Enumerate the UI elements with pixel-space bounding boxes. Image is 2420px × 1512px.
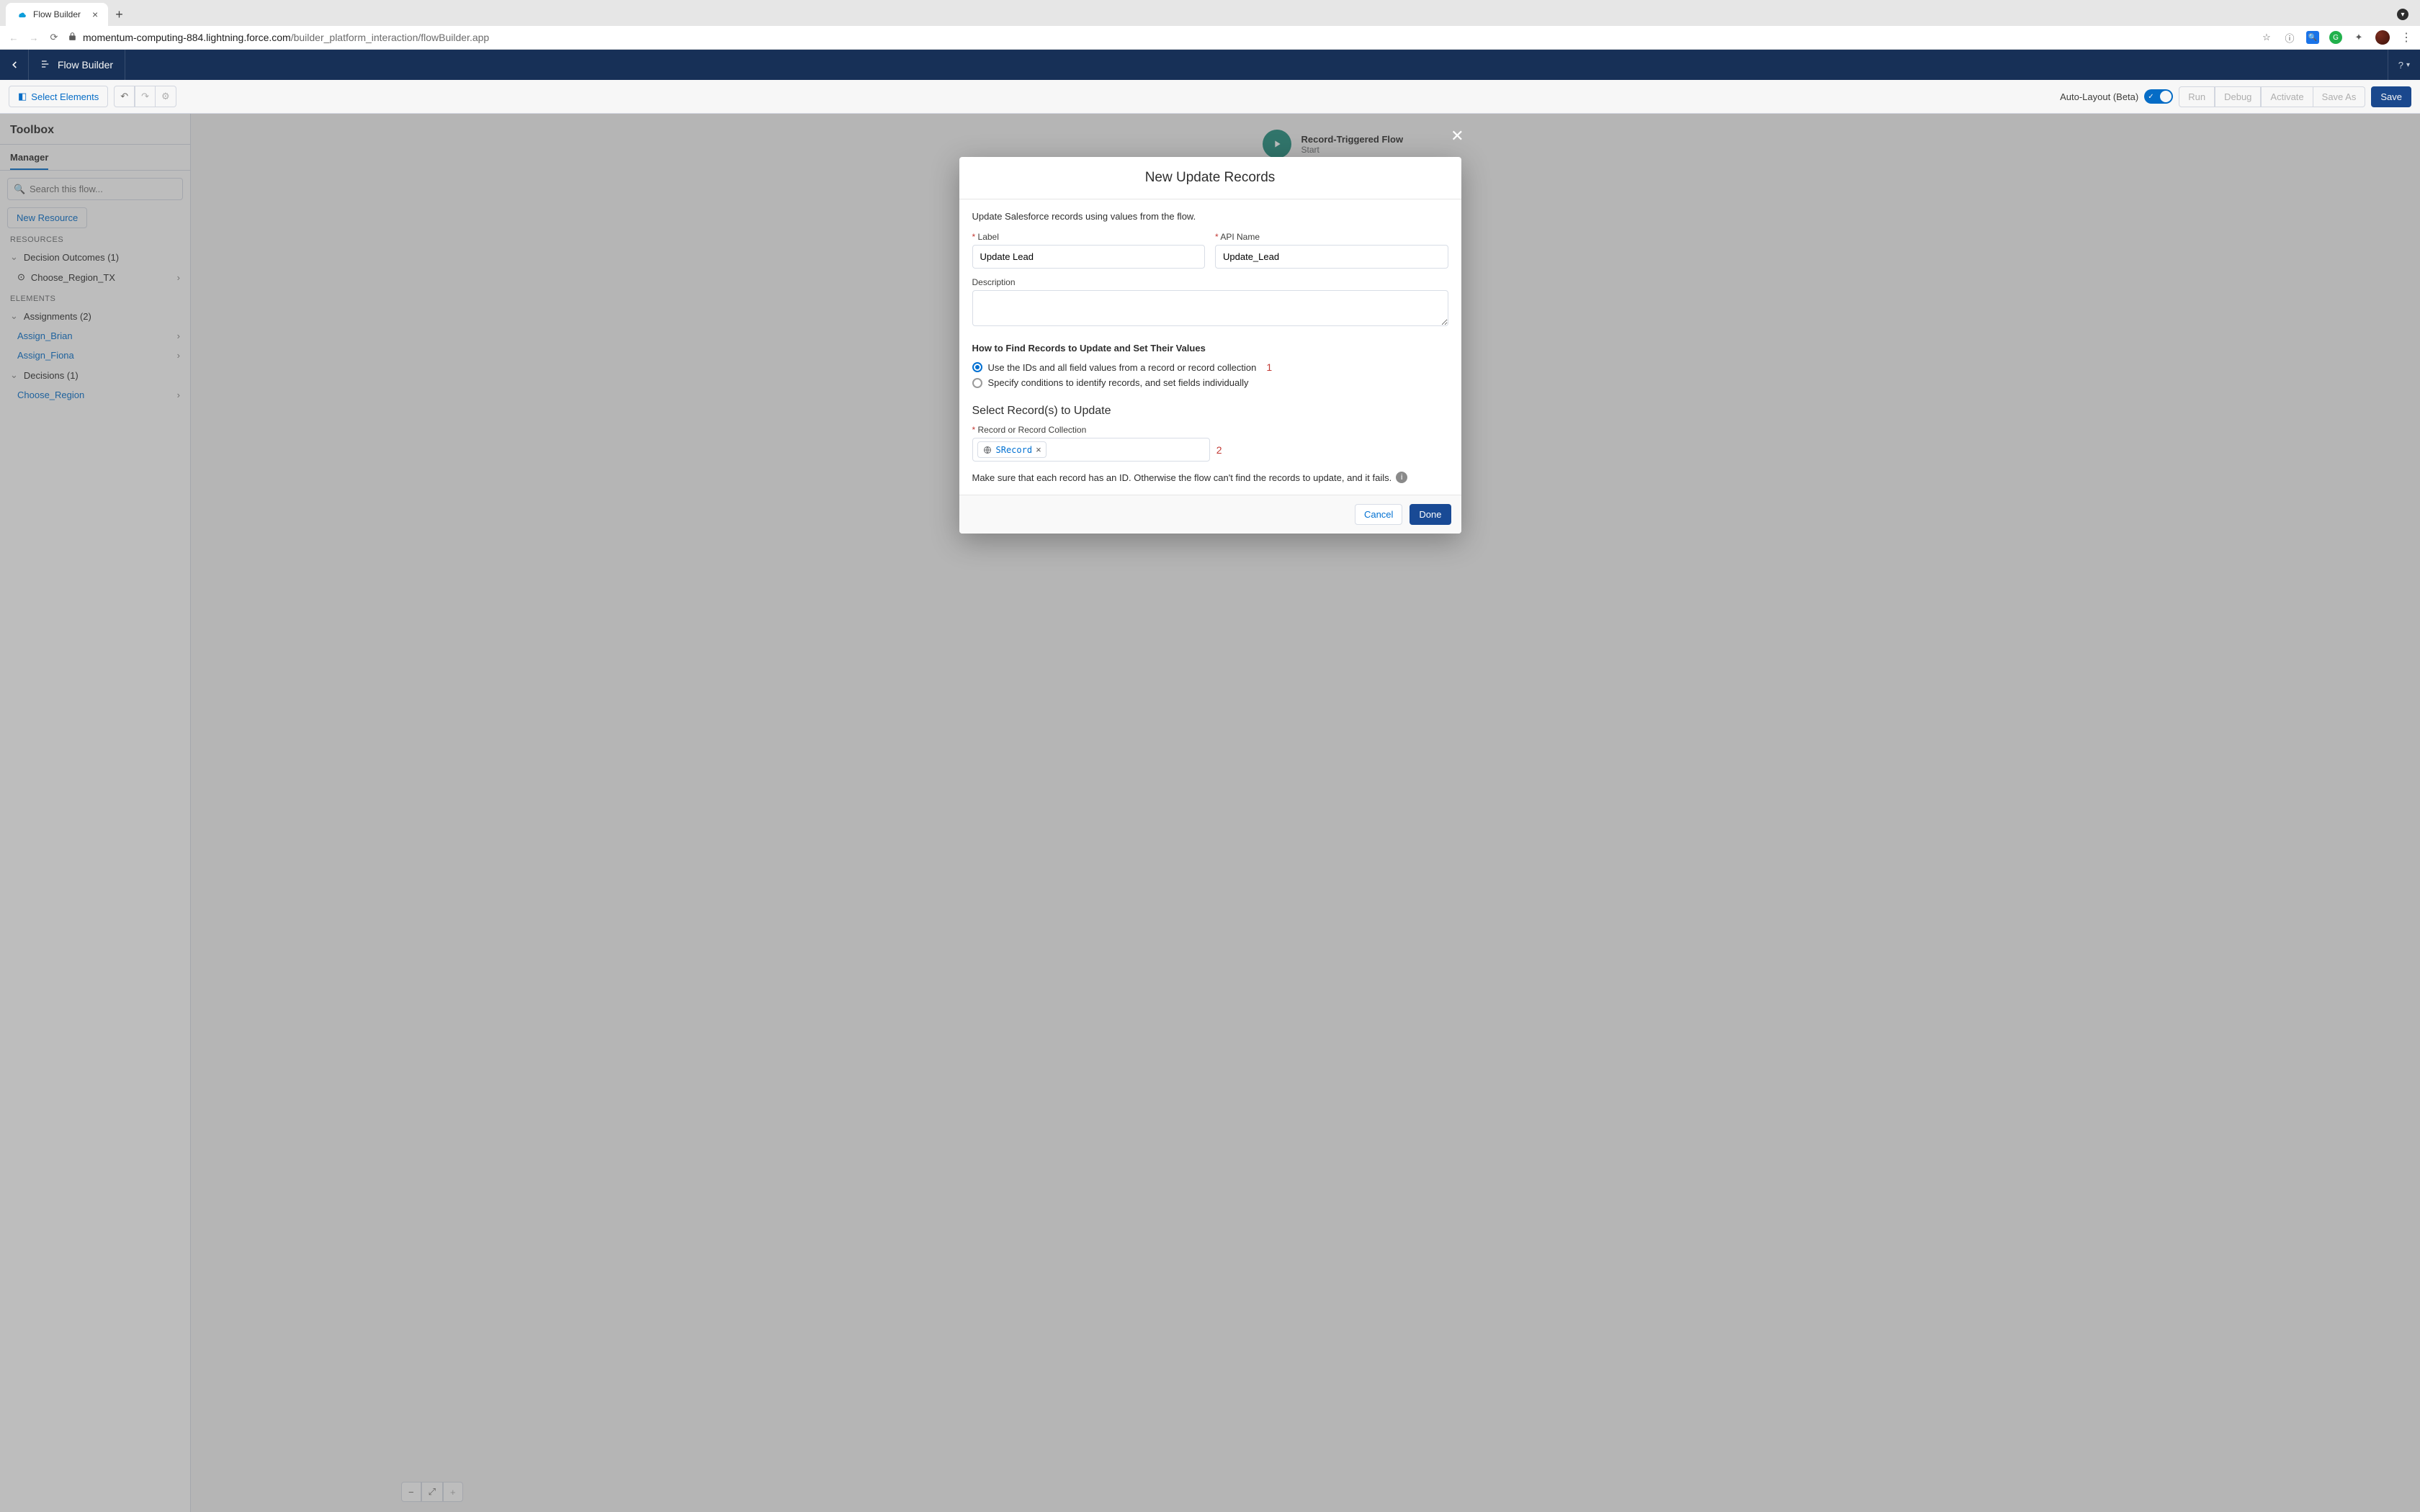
help-menu[interactable]: ? ▾ bbox=[2388, 50, 2420, 80]
app-header: Flow Builder ? ▾ bbox=[0, 50, 2420, 80]
annotation-2: 2 bbox=[1216, 444, 1222, 456]
tab-title: Flow Builder bbox=[33, 9, 81, 19]
redo-button[interactable]: ↷ bbox=[135, 86, 156, 107]
chevron-down-icon: ▾ bbox=[2406, 61, 2410, 69]
select-elements-label: Select Elements bbox=[31, 91, 99, 102]
radio-option-use-ids[interactable]: Use the IDs and all field values from a … bbox=[972, 359, 1448, 375]
run-button[interactable]: Run bbox=[2179, 86, 2215, 107]
annotation-1: 1 bbox=[1266, 361, 1272, 373]
update-records-modal: ✕ New Update Records Update Salesforce r… bbox=[959, 157, 1461, 534]
address-bar[interactable]: momentum-computing-884.lightning.force.c… bbox=[68, 32, 2253, 43]
modal-intro: Update Salesforce records using values f… bbox=[972, 211, 1448, 222]
url-path: /builder_platform_interaction/flowBuilde… bbox=[291, 32, 490, 43]
description-field-label: Description bbox=[972, 277, 1448, 287]
nav-reload-icon[interactable]: ⟳ bbox=[48, 32, 60, 43]
select-records-title: Select Record(s) to Update bbox=[972, 405, 1448, 418]
toolbar-actions: ☆ ⓘ 🔍 G ✦ ⋮ bbox=[2260, 30, 2413, 45]
debug-button[interactable]: Debug bbox=[2215, 86, 2261, 107]
close-tab-icon[interactable]: × bbox=[92, 9, 98, 20]
profile-avatar[interactable] bbox=[2375, 30, 2390, 45]
toggle-knob bbox=[2160, 91, 2172, 102]
api-name-input[interactable] bbox=[1215, 245, 1448, 269]
api-name-field-label: API Name bbox=[1215, 232, 1448, 242]
select-icon: ◧ bbox=[18, 91, 27, 102]
pill-text: SRecord bbox=[996, 445, 1033, 455]
undo-redo-group: ↶ ↷ ⚙ bbox=[114, 86, 176, 107]
app-brand: Flow Builder bbox=[29, 50, 125, 80]
radio-option-specify-conditions[interactable]: Specify conditions to identify records, … bbox=[972, 375, 1448, 390]
app-title: Flow Builder bbox=[58, 59, 113, 71]
record-collection-label: Record or Record Collection bbox=[972, 425, 1448, 435]
builder-toolbar: ◧ Select Elements ↶ ↷ ⚙ Auto-Layout (Bet… bbox=[0, 80, 2420, 114]
record-collection-input[interactable]: SRecord × 2 bbox=[972, 438, 1210, 462]
settings-gear-button[interactable]: ⚙ bbox=[156, 86, 176, 107]
undo-button[interactable]: ↶ bbox=[114, 86, 135, 107]
label-input[interactable] bbox=[972, 245, 1206, 269]
done-button[interactable]: Done bbox=[1410, 504, 1451, 525]
toggle-switch[interactable]: ✓ bbox=[2144, 89, 2173, 104]
modal-footer: Cancel Done bbox=[959, 495, 1461, 534]
info-icon[interactable]: i bbox=[1396, 472, 1407, 483]
lock-icon bbox=[68, 32, 77, 43]
selected-record-pill: SRecord × bbox=[977, 441, 1047, 458]
modal-close-button[interactable]: ✕ bbox=[1451, 127, 1464, 145]
save-as-button[interactable]: Save As bbox=[2313, 86, 2366, 107]
window-control-icon[interactable]: ▾ bbox=[2397, 9, 2408, 20]
modal-title: New Update Records bbox=[959, 157, 1461, 199]
how-to-find-title: How to Find Records to Update and Set Th… bbox=[972, 343, 1448, 354]
globe-icon bbox=[982, 445, 992, 455]
modal-overlay: ✕ New Update Records Update Salesforce r… bbox=[0, 114, 2420, 1512]
save-button[interactable]: Save bbox=[2371, 86, 2411, 107]
auto-layout-label: Auto-Layout (Beta) bbox=[2060, 91, 2138, 102]
radio-selected-icon bbox=[972, 362, 982, 372]
help-icon: ? bbox=[2398, 60, 2403, 71]
extensions-puzzle-icon[interactable]: ✦ bbox=[2352, 31, 2365, 44]
menu-kebab-icon[interactable]: ⋮ bbox=[2400, 31, 2413, 44]
browser-tab[interactable]: Flow Builder × bbox=[6, 3, 108, 26]
nav-forward-icon[interactable]: → bbox=[27, 32, 40, 43]
hint-row: Make sure that each record has an ID. Ot… bbox=[972, 472, 1448, 483]
url-host: momentum-computing-884.lightning.force.c… bbox=[83, 32, 291, 43]
tab-strip: Flow Builder × + ▾ bbox=[0, 0, 2420, 26]
url-text: momentum-computing-884.lightning.force.c… bbox=[83, 32, 489, 43]
auto-layout-toggle[interactable]: Auto-Layout (Beta) ✓ bbox=[2060, 89, 2173, 104]
description-textarea[interactable] bbox=[972, 290, 1448, 326]
browser-chrome: Flow Builder × + ▾ ← → ⟳ momentum-comput… bbox=[0, 0, 2420, 50]
label-field-label: Label bbox=[972, 232, 1206, 242]
extension-blue-icon[interactable]: 🔍 bbox=[2306, 31, 2319, 44]
cancel-button[interactable]: Cancel bbox=[1355, 504, 1402, 525]
new-tab-button[interactable]: + bbox=[115, 7, 123, 22]
pill-remove-icon[interactable]: × bbox=[1036, 444, 1041, 455]
nav-back-icon[interactable]: ← bbox=[7, 32, 20, 43]
salesforce-favicon-icon bbox=[16, 9, 27, 20]
star-icon[interactable]: ☆ bbox=[2260, 31, 2273, 44]
address-toolbar: ← → ⟳ momentum-computing-884.lightning.f… bbox=[0, 26, 2420, 50]
grammarly-icon[interactable]: G bbox=[2329, 31, 2342, 44]
radio-option-1-label: Use the IDs and all field values from a … bbox=[988, 362, 1257, 373]
select-elements-button[interactable]: ◧ Select Elements bbox=[9, 86, 108, 107]
radio-option-2-label: Specify conditions to identify records, … bbox=[988, 377, 1249, 388]
app-back-button[interactable] bbox=[0, 50, 29, 80]
check-icon: ✓ bbox=[2148, 93, 2154, 101]
activate-button[interactable]: Activate bbox=[2261, 86, 2313, 107]
hint-text: Make sure that each record has an ID. Ot… bbox=[972, 472, 1392, 483]
radio-unselected-icon bbox=[972, 378, 982, 388]
action-button-group: Run Debug Activate Save As bbox=[2179, 86, 2365, 107]
flow-icon bbox=[40, 58, 52, 72]
info-icon[interactable]: ⓘ bbox=[2283, 31, 2296, 44]
